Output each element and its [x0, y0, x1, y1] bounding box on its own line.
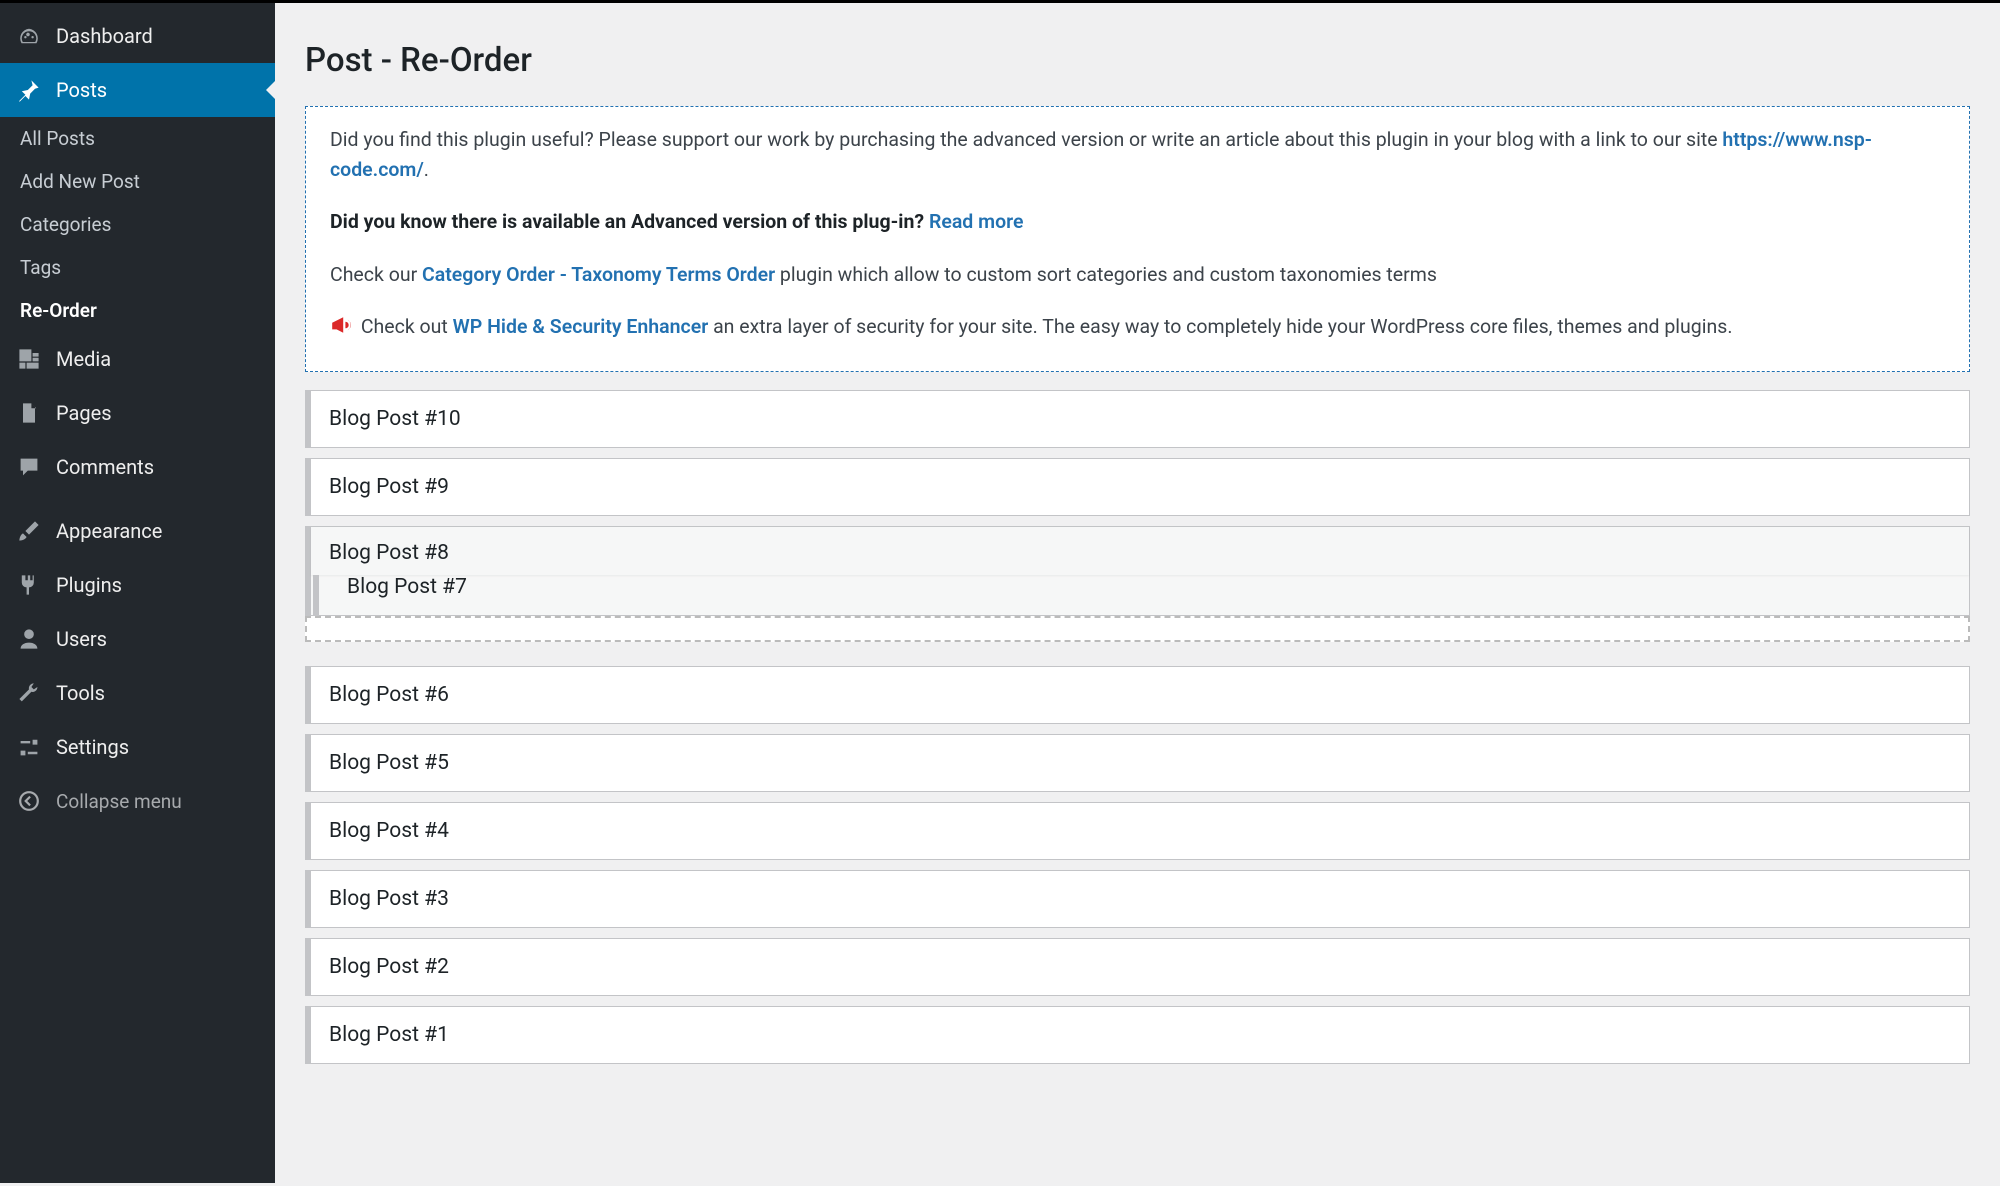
collapse-label: Collapse menu — [56, 790, 182, 813]
post-title: Blog Post #3 — [329, 887, 449, 911]
sidebar-item-posts[interactable]: Posts — [0, 63, 275, 117]
category-order-link[interactable]: Category Order - Taxonomy Terms Order — [422, 263, 775, 286]
sidebar-item-comments[interactable]: Comments — [0, 440, 275, 494]
main-content: Post - Re-Order Did you find this plugin… — [275, 3, 2000, 1183]
sortable-post-list: Blog Post #10 Blog Post #9 Blog Post #8 … — [305, 390, 1970, 1064]
sidebar-separator — [0, 494, 275, 504]
submenu-item-reorder[interactable]: Re-Order — [0, 289, 275, 332]
submenu-item-all-posts[interactable]: All Posts — [0, 117, 275, 160]
post-title: Blog Post #4 — [329, 819, 449, 843]
media-icon — [16, 346, 42, 372]
sidebar-collapse[interactable]: Collapse menu — [0, 774, 275, 828]
sidebar-item-media[interactable]: Media — [0, 332, 275, 386]
notice-text: Check our — [330, 263, 422, 286]
post-title: Blog Post #6 — [329, 683, 449, 707]
submenu-item-tags[interactable]: Tags — [0, 246, 275, 289]
submenu-item-categories[interactable]: Categories — [0, 203, 275, 246]
sidebar-item-dashboard[interactable]: Dashboard — [0, 9, 275, 63]
submenu-item-add-new[interactable]: Add New Post — [0, 160, 275, 203]
notice-paragraph-advanced: Did you know there is available an Advan… — [330, 207, 1945, 237]
sidebar-item-label: Users — [56, 627, 107, 651]
bullhorn-icon — [330, 314, 352, 345]
user-icon — [16, 626, 42, 652]
page-icon — [16, 400, 42, 426]
dashboard-icon — [16, 23, 42, 49]
post-title: Blog Post #2 — [329, 955, 449, 979]
sidebar-item-label: Pages — [56, 401, 112, 425]
sliders-icon — [16, 734, 42, 760]
notice-text: Did you find this plugin useful? Please … — [330, 128, 1722, 151]
admin-sidebar: Dashboard Posts All Posts Add New Post C… — [0, 3, 275, 1183]
sidebar-item-plugins[interactable]: Plugins — [0, 558, 275, 612]
collapse-icon — [16, 788, 42, 814]
sidebar-item-label: Comments — [56, 455, 154, 479]
sidebar-item-users[interactable]: Users — [0, 612, 275, 666]
notice-text: Check out — [356, 315, 453, 338]
post-title: Blog Post #1 — [329, 1023, 449, 1047]
post-title: Blog Post #8 — [329, 541, 449, 565]
wrench-icon — [16, 680, 42, 706]
notice-paragraph-category-order: Check our Category Order - Taxonomy Term… — [330, 260, 1945, 290]
sortable-post-row[interactable]: Blog Post #3 — [305, 870, 1970, 928]
app-root: Dashboard Posts All Posts Add New Post C… — [0, 3, 2000, 1183]
drop-placeholder — [305, 616, 1970, 642]
spacer — [305, 652, 1970, 666]
notice-paragraph-wp-hide: Check out WP Hide & Security Enhancer an… — [330, 312, 1945, 345]
plugin-notice: Did you find this plugin useful? Please … — [305, 106, 1970, 372]
wp-hide-link[interactable]: WP Hide & Security Enhancer — [453, 315, 709, 338]
sortable-post-row[interactable]: Blog Post #2 — [305, 938, 1970, 996]
sidebar-item-label: Dashboard — [56, 24, 153, 48]
sortable-post-row[interactable]: Blog Post #4 — [305, 802, 1970, 860]
sidebar-item-label: Posts — [56, 78, 107, 102]
notice-paragraph-support: Did you find this plugin useful? Please … — [330, 125, 1945, 185]
sortable-post-row[interactable]: Blog Post #9 — [305, 458, 1970, 516]
dragging-group[interactable]: Blog Post #8 Blog Post #7 — [305, 526, 1970, 616]
sidebar-item-pages[interactable]: Pages — [0, 386, 275, 440]
sortable-post-row[interactable]: Blog Post #6 — [305, 666, 1970, 724]
sidebar-item-label: Media — [56, 347, 111, 371]
comment-icon — [16, 454, 42, 480]
sidebar-item-label: Plugins — [56, 573, 122, 597]
read-more-link[interactable]: Read more — [929, 210, 1023, 233]
notice-text: plugin which allow to custom sort catego… — [775, 263, 1437, 286]
brush-icon — [16, 518, 42, 544]
post-title: Blog Post #5 — [329, 751, 449, 775]
notice-text: an extra layer of security for your site… — [708, 315, 1732, 338]
notice-text: . — [424, 158, 429, 181]
post-title: Blog Post #7 — [347, 575, 467, 599]
sidebar-item-settings[interactable]: Settings — [0, 720, 275, 774]
sortable-post-row[interactable]: Blog Post #8 — [311, 527, 1969, 575]
sidebar-item-label: Appearance — [56, 519, 162, 543]
sidebar-item-appearance[interactable]: Appearance — [0, 504, 275, 558]
notice-bold-text: Did you know there is available an Advan… — [330, 210, 929, 233]
pin-icon — [16, 77, 42, 103]
sortable-post-row[interactable]: Blog Post #10 — [305, 390, 1970, 448]
sidebar-item-label: Tools — [56, 681, 105, 705]
page-title: Post - Re-Order — [305, 41, 1970, 80]
sidebar-item-label: Settings — [56, 735, 129, 759]
plug-icon — [16, 572, 42, 598]
sortable-post-row[interactable]: Blog Post #5 — [305, 734, 1970, 792]
post-title: Blog Post #10 — [329, 407, 461, 431]
sortable-post-row[interactable]: Blog Post #1 — [305, 1006, 1970, 1064]
sortable-post-row[interactable]: Blog Post #7 — [313, 575, 1969, 615]
posts-submenu: All Posts Add New Post Categories Tags R… — [0, 117, 275, 332]
post-title: Blog Post #9 — [329, 475, 449, 499]
sidebar-item-tools[interactable]: Tools — [0, 666, 275, 720]
